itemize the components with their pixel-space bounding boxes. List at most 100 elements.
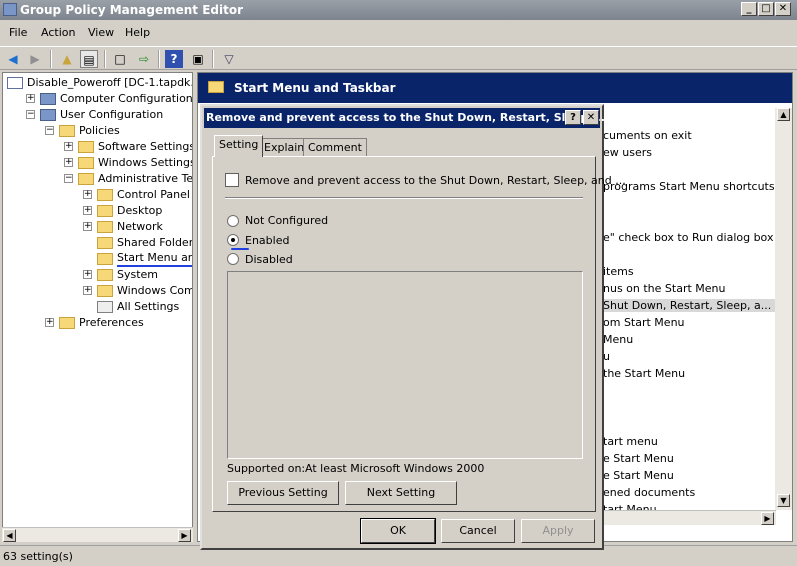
setting-row[interactable]: e" check box to Run dialog box [603, 231, 773, 244]
tree-node-label[interactable]: User Configuration [60, 107, 163, 123]
setting-row[interactable]: tart menu [603, 435, 658, 448]
setting-row[interactable]: the Start Menu [603, 367, 685, 380]
radio-not-configured-label[interactable]: Not Configured [245, 214, 328, 227]
folder-icon [78, 157, 94, 169]
scroll-down-arrow[interactable]: ▼ [777, 494, 790, 507]
supported-value: At least Microsoft Windows 2000 [305, 462, 485, 475]
expand-icon[interactable]: + [64, 142, 73, 151]
tree-node-label[interactable]: All Settings [117, 299, 179, 315]
window-titlebar: Group Policy Management Editor _ □ ✕ [0, 0, 797, 20]
tree-node-label[interactable]: Software Settings [98, 139, 192, 155]
dialog-title: Remove and prevent access to the Shut Do… [206, 111, 605, 124]
radio-disabled[interactable] [227, 253, 239, 265]
dialog-close-button[interactable]: ✕ [583, 110, 599, 125]
setting-row[interactable]: e Start Menu [603, 452, 674, 465]
expand-icon[interactable]: + [83, 190, 92, 199]
folder-icon [59, 317, 75, 329]
scroll-right-arrow[interactable]: ▶ [178, 529, 191, 542]
setting-row[interactable]: ened documents [603, 486, 695, 499]
setting-row[interactable]: e Start Menu [603, 469, 674, 482]
menu-help[interactable]: Help [125, 26, 150, 39]
toolbar-separator [50, 50, 52, 68]
up-folder-icon[interactable]: ▲ [58, 50, 76, 68]
export-list-icon[interactable]: ⇨ [135, 50, 153, 68]
radio-disabled-label[interactable]: Disabled [245, 253, 293, 266]
setting-row[interactable]: ew users [603, 146, 652, 159]
collapse-icon[interactable]: − [45, 126, 54, 135]
collapse-icon[interactable]: − [64, 174, 73, 183]
tree-node-label[interactable]: Shared Folders [117, 235, 192, 251]
expand-icon[interactable]: + [83, 222, 92, 231]
computer-icon [40, 93, 56, 105]
ok-button[interactable]: OK [360, 518, 436, 544]
maximize-button[interactable]: □ [758, 2, 774, 16]
apply-button[interactable]: Apply [521, 519, 595, 543]
supported-label: Supported on: [227, 462, 306, 475]
expand-icon[interactable]: + [83, 270, 92, 279]
minimize-button[interactable]: _ [741, 2, 757, 16]
menu-file[interactable]: File [9, 26, 27, 39]
properties-icon[interactable]: □ [111, 50, 129, 68]
setting-row[interactable]: programs Start Menu shortcuts [603, 180, 775, 193]
back-arrow-icon[interactable]: ◀ [4, 50, 22, 68]
scroll-right-arrow[interactable]: ▶ [761, 512, 774, 525]
console-icon[interactable]: ▣ [189, 50, 207, 68]
options-area[interactable] [227, 271, 583, 459]
setting-row[interactable]: cuments on exit [603, 129, 692, 142]
settings-horizontal-scrollbar[interactable]: ▶ [596, 510, 776, 525]
tree-node-label[interactable]: Windows Compone [117, 283, 192, 299]
scroll-left-arrow[interactable]: ◀ [3, 529, 16, 542]
show-hide-tree-icon[interactable]: ▤ [80, 50, 98, 68]
radio-not-configured[interactable] [227, 215, 239, 227]
setting-row[interactable]: nus on the Start Menu [603, 282, 726, 295]
setting-row[interactable]: u [603, 350, 610, 363]
tree-node-label[interactable]: System [117, 267, 158, 283]
scroll-up-arrow[interactable]: ▲ [777, 108, 790, 121]
filter-icon[interactable]: ▽ [220, 50, 238, 68]
settings-vertical-scrollbar[interactable]: ▲ ▼ [775, 108, 792, 510]
tree-pane[interactable]: Disable_Poweroff [DC-1.tapdk.gov + Compute… [2, 72, 193, 542]
settings-pane-title: Start Menu and Taskbar [234, 81, 396, 95]
radio-enabled[interactable] [227, 234, 239, 246]
expand-icon[interactable]: + [26, 94, 35, 103]
tree-node-label[interactable]: Preferences [79, 315, 144, 331]
forward-arrow-icon[interactable]: ▶ [26, 50, 44, 68]
tree-node-label[interactable]: Policies [79, 123, 120, 139]
folder-icon [97, 221, 113, 233]
expand-icon[interactable]: + [45, 318, 54, 327]
tree-node-label[interactable]: Windows Settings [98, 155, 192, 171]
menu-view[interactable]: View [88, 26, 114, 39]
folder-icon [97, 189, 113, 201]
previous-setting-button[interactable]: Previous Setting [227, 481, 339, 505]
annotation-underline [231, 248, 249, 250]
tree-node-label[interactable]: Computer Configuration [60, 91, 192, 107]
expand-icon[interactable]: + [83, 206, 92, 215]
cancel-button[interactable]: Cancel [441, 519, 515, 543]
tab-setting[interactable]: Setting [214, 135, 264, 157]
tree-node-label[interactable]: Control Panel [117, 187, 190, 203]
settings-pane-header: Start Menu and Taskbar [198, 73, 792, 103]
setting-name: Remove and prevent access to the Shut Do… [245, 174, 626, 187]
tree-node-label[interactable]: Desktop [117, 203, 162, 219]
setting-row[interactable]: Shut Down, Restart, Sleep, a... [603, 299, 775, 312]
collapse-icon[interactable]: − [26, 110, 35, 119]
radio-enabled-label[interactable]: Enabled [245, 234, 289, 247]
expand-icon[interactable]: + [64, 158, 73, 167]
tab-explain[interactable]: Explain [259, 138, 310, 156]
setting-row[interactable]: om Start Menu [603, 316, 685, 329]
tree-node-label[interactable]: Network [117, 219, 163, 235]
close-button[interactable]: ✕ [775, 2, 791, 16]
user-icon [40, 109, 56, 121]
tree-horizontal-scrollbar[interactable]: ◀ ▶ [2, 527, 193, 542]
next-setting-button[interactable]: Next Setting [345, 481, 457, 505]
help-icon[interactable]: ? [165, 50, 183, 68]
dialog-help-button[interactable]: ? [565, 110, 581, 125]
menu-action[interactable]: Action [41, 26, 75, 39]
tree-node-label[interactable]: Administrative Templat [98, 171, 192, 187]
expand-icon[interactable]: + [83, 286, 92, 295]
tree-node-label[interactable]: Start Menu and Tas [117, 251, 192, 267]
tree-node-label[interactable]: Disable_Poweroff [DC-1.tapdk.gov [27, 75, 192, 91]
setting-row[interactable]: Menu [603, 333, 633, 346]
setting-row[interactable]: items [603, 265, 634, 278]
tab-comment[interactable]: Comment [303, 138, 367, 156]
